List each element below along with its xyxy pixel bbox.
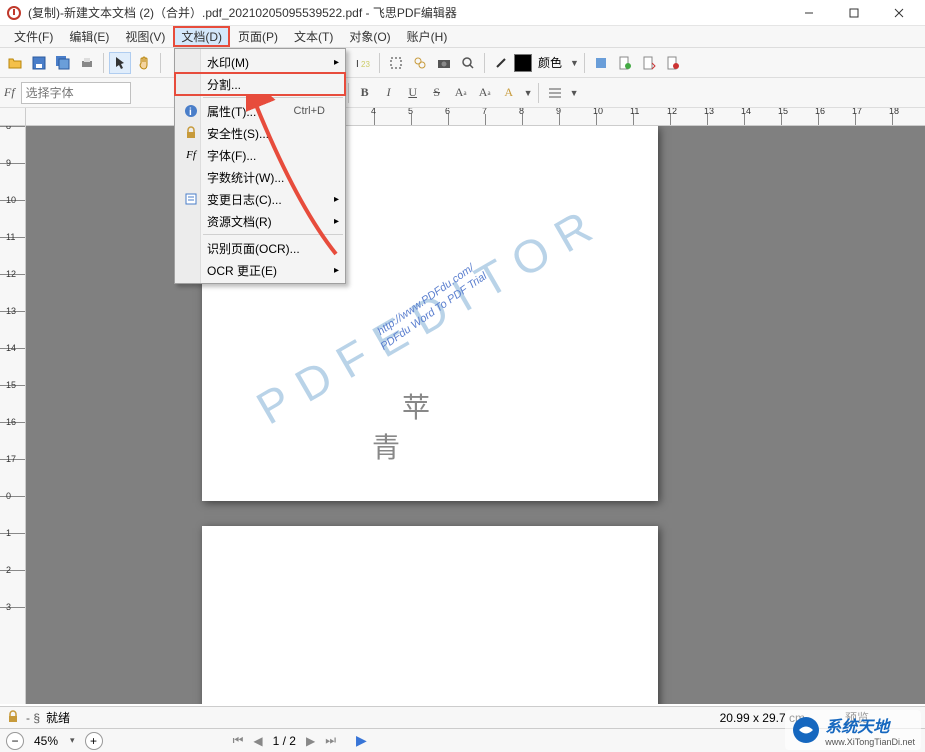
font-label-icon: Ff (4, 85, 15, 100)
menu-edit[interactable]: 编辑(E) (61, 26, 117, 47)
menu-item-ocr[interactable]: 识别页面(OCR)... (175, 237, 345, 259)
dropdown-arrow-icon[interactable]: ▼ (524, 88, 533, 98)
lock-icon (181, 126, 201, 140)
svg-text:23: 23 (361, 60, 370, 69)
menu-item-ocr-correct[interactable]: OCR 更正(E)▸ (175, 259, 345, 281)
menu-item-wordcount[interactable]: 字数统计(W)... (175, 166, 345, 188)
menu-document[interactable]: 文档(D) (173, 26, 230, 47)
brand-icon (791, 715, 821, 745)
menu-text[interactable]: 文本(T) (286, 26, 341, 47)
stamp-icon[interactable] (590, 52, 612, 74)
dropdown-arrow-icon[interactable]: ▼ (570, 88, 579, 98)
title-bar: (复制)-新建文本文档 (2)（合并）.pdf_2021020509553952… (0, 0, 925, 26)
info-icon: i (181, 104, 201, 118)
svg-text:i: i (189, 107, 192, 118)
eyedropper-icon[interactable] (490, 52, 512, 74)
strike-button[interactable]: S (426, 82, 448, 104)
menu-account[interactable]: 账户(H) (399, 26, 456, 47)
menu-item-watermark[interactable]: 水印(M)▸ (175, 51, 345, 73)
save-all-icon[interactable] (52, 52, 74, 74)
main-toolbar: T I23 颜色 ▼ (0, 48, 925, 78)
vertical-ruler: 8 9 10 11 12 13 14 15 16 17 0 1 2 3 (0, 126, 26, 704)
camera-icon[interactable] (433, 52, 455, 74)
font-select[interactable] (21, 82, 131, 104)
menu-item-split[interactable]: 分割... (175, 73, 345, 95)
log-icon (181, 192, 201, 206)
page-number[interactable]: 1 / 2 (273, 734, 296, 748)
bold-button[interactable]: B (354, 82, 376, 104)
menu-separator (203, 234, 343, 235)
lock-status-icon (6, 710, 22, 726)
horizontal-ruler: 0 1 2 3 4 5 6 7 8 9 10 11 12 13 14 15 16… (0, 108, 925, 126)
window-title: (复制)-新建文本文档 (2)（合并）.pdf_2021020509553952… (28, 4, 786, 21)
svg-text:I: I (356, 59, 359, 70)
menu-page[interactable]: 页面(P) (230, 26, 286, 47)
last-page-button[interactable]: ⏭ (325, 733, 336, 748)
crop-icon[interactable] (385, 52, 407, 74)
italic-button[interactable]: I (378, 82, 400, 104)
search-icon[interactable] (457, 52, 479, 74)
menu-file[interactable]: 文件(F) (6, 26, 61, 47)
color-label: 颜色 (538, 54, 562, 71)
print-icon[interactable] (76, 52, 98, 74)
hand-tool-icon[interactable] (133, 52, 155, 74)
font-icon: Ff (181, 149, 201, 161)
play-button[interactable]: ▶ (356, 732, 367, 749)
zoom-in-button[interactable]: + (85, 732, 103, 750)
add-page-icon[interactable] (614, 52, 636, 74)
brand-watermark: 系统天地 www.XiTongTianDi.net (785, 710, 921, 750)
delete-page-icon[interactable] (662, 52, 684, 74)
subscript-button[interactable]: Aa (474, 82, 496, 104)
menu-item-changelog[interactable]: 变更日志(C)...▸ (175, 188, 345, 210)
document-menu-dropdown: 水印(M)▸ 分割... i 属性(T)...Ctrl+D 安全性(S)... … (174, 48, 346, 284)
zoom-out-button[interactable]: − (6, 732, 24, 750)
menu-view[interactable]: 视图(V) (117, 26, 173, 47)
color-swatch[interactable] (514, 54, 532, 72)
dropdown-arrow-icon[interactable]: ▼ (570, 58, 579, 68)
menu-item-resources[interactable]: 资源文档(R)▸ (175, 210, 345, 232)
prev-page-button[interactable]: ◀ (253, 734, 262, 748)
menu-item-security[interactable]: 安全性(S)... (175, 122, 345, 144)
line-spacing-button[interactable] (544, 82, 566, 104)
menu-object[interactable]: 对象(O) (341, 26, 398, 47)
select-tool-icon[interactable] (109, 52, 131, 74)
status-text: 就绪 (46, 709, 720, 726)
underline-button[interactable]: U (402, 82, 424, 104)
menu-item-properties[interactable]: i 属性(T)...Ctrl+D (175, 100, 345, 122)
font-color-button[interactable]: A (498, 82, 520, 104)
maximize-button[interactable] (831, 0, 876, 26)
format-toolbar: Ff B I U S Aa Aa A ▼ ▼ (0, 78, 925, 108)
page-char: 青 (372, 426, 400, 466)
next-page-button[interactable]: ▶ (306, 734, 315, 748)
export-page-icon[interactable] (638, 52, 660, 74)
menu-separator (203, 97, 343, 98)
menu-item-fonts[interactable]: Ff 字体(F)... (175, 144, 345, 166)
first-page-button[interactable]: ⏮ (233, 733, 244, 748)
page-navigation: ⏮ ◀ 1 / 2 ▶ ⏭ ▶ (233, 732, 367, 749)
zoom-value[interactable]: 45% (34, 734, 58, 748)
minimize-button[interactable] (786, 0, 831, 26)
pdf-page-2[interactable]: TOR PDFdu.com/ PDF Trial 场 (202, 526, 658, 704)
insert-text-icon[interactable]: I23 (352, 52, 374, 74)
app-icon (6, 5, 22, 21)
dropdown-arrow-icon[interactable]: ▾ (70, 735, 75, 746)
superscript-button[interactable]: Aa (450, 82, 472, 104)
close-button[interactable] (876, 0, 921, 26)
open-icon[interactable] (4, 52, 26, 74)
page-char: 苹 (402, 386, 430, 426)
menu-bar: 文件(F) 编辑(E) 视图(V) 文档(D) 页面(P) 文本(T) 对象(O… (0, 26, 925, 48)
main-area: 8 9 10 11 12 13 14 15 16 17 0 1 2 3 PDFE… (0, 126, 925, 704)
link-icon[interactable] (409, 52, 431, 74)
page-canvas[interactable]: PDFEDITOR http://www.PDFdu.com/ PDFdu Wo… (26, 126, 925, 704)
save-icon[interactable] (28, 52, 50, 74)
